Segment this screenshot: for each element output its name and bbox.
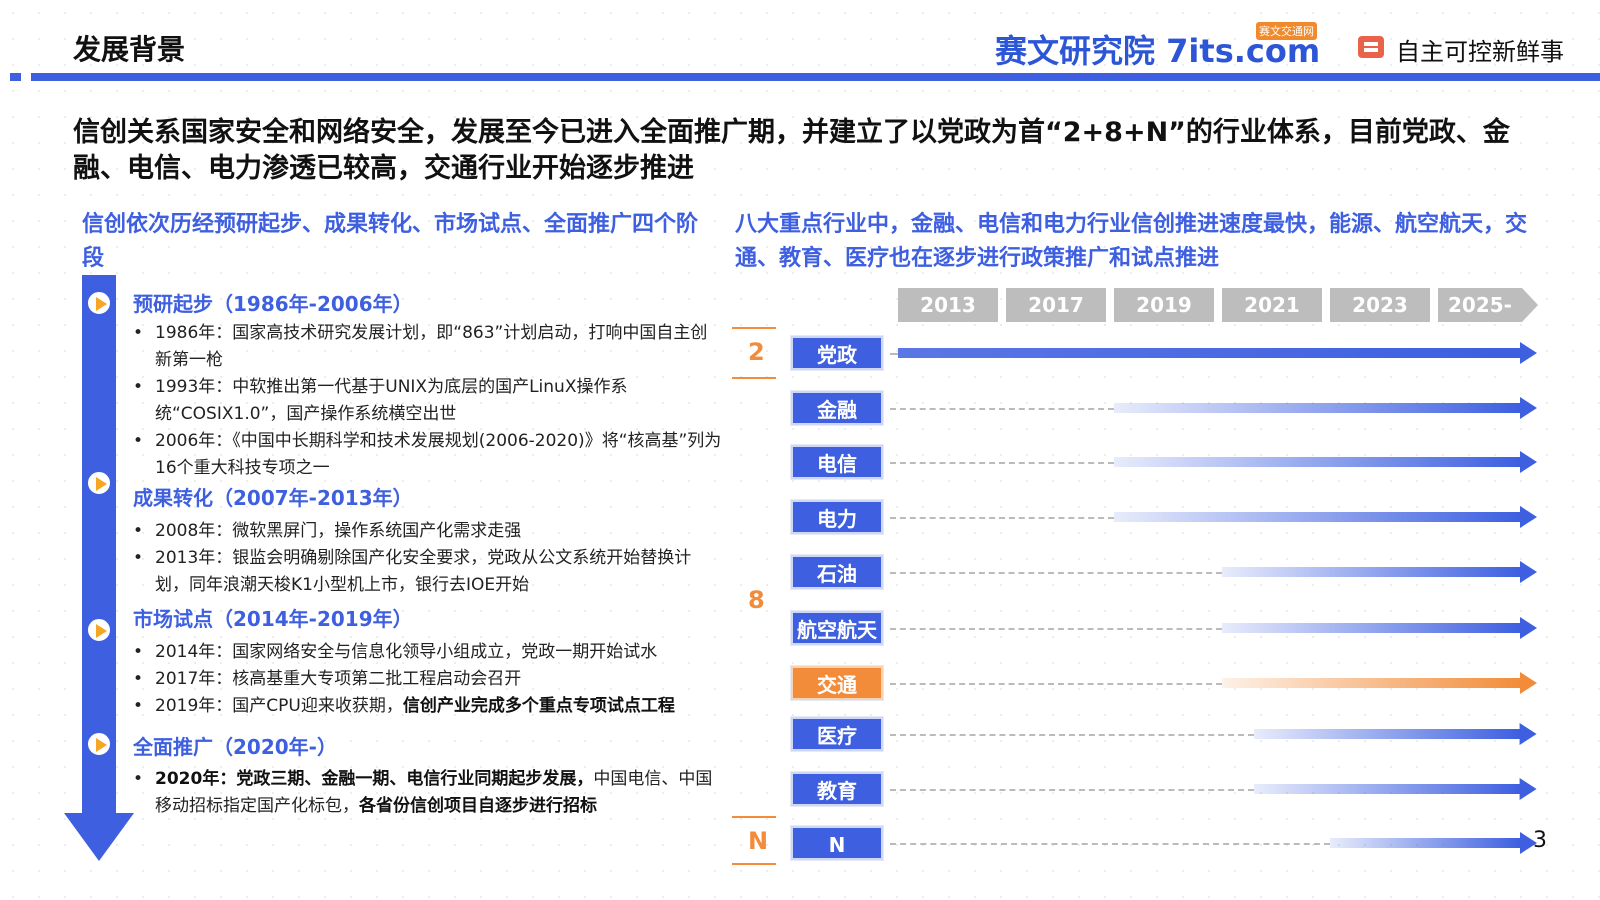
industry-progress-arrow [1114, 506, 1537, 528]
industry-dashed-line [890, 408, 1114, 410]
industry-dashed-line [890, 353, 898, 355]
publisher-name: 自主可控新鲜事 [1396, 38, 1564, 66]
stage-bullet: • 2019年：国产CPU迎来收获期，信创产业完成多个重点专项试点工程 [133, 696, 675, 716]
group-label: N [748, 827, 769, 855]
stage-title: 成果转化（2007年-2013年） [133, 486, 413, 510]
brand-badge: 赛文交通网 [1256, 22, 1317, 40]
industry-label: 金融 [791, 391, 883, 425]
stage-bullet: • 2013年：银监会明确剔除国产化安全要求，党政从公文系统开始替换计划，同年浪潮… [133, 548, 692, 595]
stage-marker-icon [86, 731, 112, 757]
year-header: 2023 [1330, 288, 1430, 322]
stage-marker-icon [86, 470, 112, 496]
stage-bullet: • 2006年：《中国中长期科学和技术发展规划(2006-2020)》将“核高基”… [133, 431, 722, 478]
page-title: 发展背景 [73, 33, 186, 66]
industry-dashed-line [890, 683, 1222, 685]
header-rule-left [10, 73, 21, 81]
industry-dashed-line [890, 462, 1114, 464]
publisher-logo-icon [1358, 36, 1384, 58]
industry-progress-arrow [1114, 451, 1537, 473]
industry-dashed-line [890, 628, 1222, 630]
timeline-down-arrow [64, 275, 134, 861]
header-rule [31, 73, 1600, 81]
group-label: 2 [748, 338, 765, 366]
stage-title: 预研起步（1986年-2006年） [133, 292, 413, 316]
year-header: 2013 [898, 288, 998, 322]
industry-dashed-line [890, 843, 1330, 845]
stage-bullet: • 2017年：核高基重大专项第二批工程启动会召开 [133, 669, 522, 689]
brand-name: 赛文研究院 [995, 32, 1156, 70]
industry-dashed-line [890, 572, 1222, 574]
industry-progress-arrow [1330, 832, 1537, 854]
headline: 信创关系国家安全和网络安全，发展至今已进入全面推广期，并建立了以党政为首“2+8… [73, 117, 1510, 184]
industry-label: 电信 [791, 445, 883, 479]
group-label: 8 [748, 586, 765, 614]
page-number: 3 [1533, 828, 1547, 853]
industry-label: 党政 [791, 336, 883, 370]
industry-dashed-line [890, 517, 1114, 519]
industry-label: 交通 [791, 666, 883, 700]
stage-marker-icon [86, 290, 112, 316]
group-line-top [732, 816, 776, 818]
industry-label: 航空航天 [791, 611, 883, 645]
group-line-bottom [732, 863, 776, 865]
industry-progress-arrow [1222, 561, 1537, 583]
industry-label: 医疗 [791, 717, 883, 751]
stage-bullet: • 2008年：微软黑屏门，操作系统国产化需求走强 [133, 521, 522, 541]
year-header: 2019 [1114, 288, 1214, 322]
right-subhead: 八大重点行业中，金融、电信和电力行业信创推进速度最快，能源、航空航天，交通、教育… [735, 212, 1528, 271]
industry-dashed-line [890, 789, 1255, 791]
industry-progress-arrow [1222, 617, 1537, 639]
stage-bullet: • 2020年：党政三期、金融一期、电信行业同期起步发展，中国电信、中国移动招标指… [133, 769, 713, 816]
left-subhead: 信创依次历经预研起步、成果转化、市场试点、全面推广四个阶段 [82, 212, 699, 271]
year-header: 2021 [1222, 288, 1322, 322]
industry-label: N [791, 826, 883, 860]
year-header-arrow: 2025- [1438, 288, 1538, 322]
industry-label: 电力 [791, 500, 883, 534]
stage-marker-icon [86, 617, 112, 643]
stage-bullet: • 2014年：国家网络安全与信息化领导小组成立，党政一期开始试水 [133, 642, 658, 662]
stage-title: 全面推广（2020年-） [133, 735, 337, 759]
year-header: 2017 [1006, 288, 1106, 322]
industry-progress-arrow [1222, 672, 1537, 694]
stage-title: 市场试点（2014年-2019年） [133, 607, 413, 631]
industry-progress-arrow [1254, 723, 1537, 745]
group-line-bottom [732, 377, 776, 379]
industry-progress-arrow [1114, 397, 1537, 419]
industry-progress-arrow [898, 342, 1537, 364]
industry-progress-arrow [1254, 778, 1537, 800]
group-line-top [732, 327, 776, 329]
stage-bullet: • 1993年：中软推出第一代基于UNIX为底层的国产LinuX操作系统“COSI… [133, 377, 628, 424]
industry-dashed-line [890, 734, 1255, 736]
industry-label: 教育 [791, 772, 883, 806]
stage-bullet: • 1986年：国家高技术研究发展计划，即“863”计划启动，打响中国自主创新第一… [133, 323, 708, 370]
industry-label: 石油 [791, 555, 883, 589]
